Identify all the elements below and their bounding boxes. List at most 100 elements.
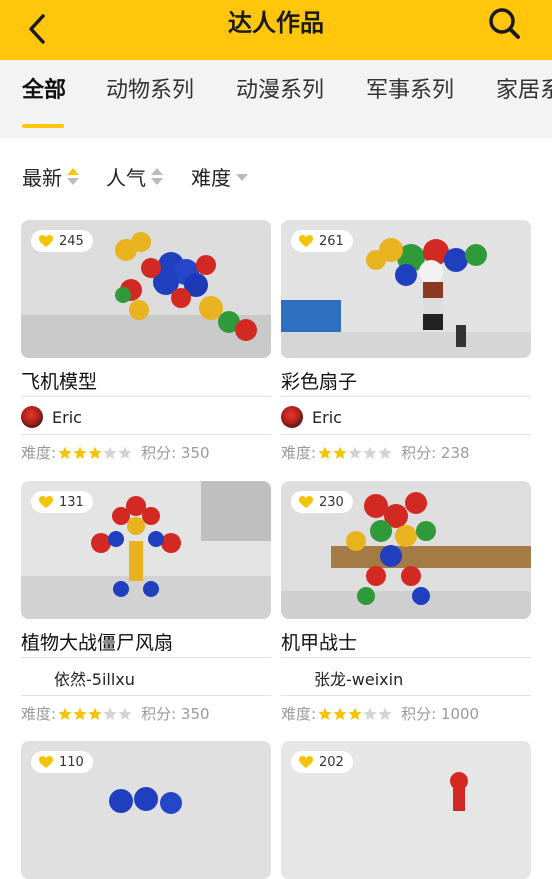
star-empty-icon	[118, 446, 132, 459]
points-value: 350	[180, 443, 210, 462]
likes-badge: 245	[31, 230, 93, 252]
tab-anime[interactable]: 动漫系列	[236, 60, 324, 138]
likes-badge: 230	[291, 491, 353, 513]
work-card[interactable]: 202	[281, 741, 531, 879]
work-photo: 131	[21, 481, 271, 619]
likes-badge: 131	[31, 491, 93, 513]
author-name: Eric	[52, 407, 82, 427]
work-card[interactable]: 245 飞机模型 Eric 难度: 积分: 350	[21, 220, 271, 462]
page-title: 达人作品	[228, 9, 324, 37]
work-title: 彩色扇子	[281, 371, 358, 393]
work-photo: 245	[21, 220, 271, 358]
work-photo: 230	[281, 481, 531, 619]
star-empty-icon	[348, 446, 362, 459]
divider	[21, 434, 271, 435]
likes-count: 230	[319, 494, 344, 510]
difficulty-label: 难度:	[21, 444, 57, 462]
work-photo: 202	[281, 741, 531, 879]
heart-icon	[299, 234, 313, 247]
points-label: 积分:	[401, 705, 437, 723]
points-value: 238	[440, 443, 470, 462]
divider	[21, 657, 271, 658]
heart-icon	[39, 755, 53, 768]
sort-popularity[interactable]: 人气	[106, 162, 163, 191]
tab-home[interactable]: 家居系	[496, 60, 552, 138]
work-card[interactable]: 110	[21, 741, 271, 879]
sort-toggle-icon	[67, 166, 79, 188]
back-button[interactable]	[22, 12, 56, 46]
active-tab-indicator	[22, 124, 64, 128]
star-empty-icon	[363, 446, 377, 459]
work-meta: 难度: 积分: 238	[281, 442, 470, 463]
star-filled-icon	[348, 707, 362, 720]
likes-count: 202	[319, 754, 344, 770]
star-empty-icon	[378, 446, 392, 459]
points-value: 350	[180, 704, 210, 723]
likes-badge: 202	[291, 751, 353, 773]
difficulty-label: 难度:	[281, 444, 317, 462]
star-empty-icon	[103, 707, 117, 720]
work-meta: 难度: 积分: 1000	[281, 703, 479, 724]
star-filled-icon	[88, 446, 102, 459]
author-name: Eric	[312, 407, 342, 427]
top-bar: 达人作品	[0, 0, 552, 60]
search-icon	[489, 8, 520, 39]
tab-animals[interactable]: 动物系列	[106, 60, 194, 138]
heart-icon	[299, 495, 313, 508]
author-row[interactable]: Eric	[21, 404, 82, 430]
heart-icon	[39, 495, 53, 508]
work-title: 机甲战士	[281, 632, 358, 654]
star-empty-icon	[103, 446, 117, 459]
points-label: 积分:	[401, 444, 437, 462]
points-value: 1000	[440, 704, 480, 723]
work-title: 植物大战僵尸风扇	[21, 632, 174, 654]
sort-newest-label: 最新	[22, 166, 62, 190]
divider	[281, 657, 531, 658]
divider	[281, 396, 531, 397]
work-photo: 261	[281, 220, 531, 358]
points-label: 积分:	[141, 705, 177, 723]
work-card[interactable]: 230 机甲战士 张龙-weixin 难度: 积分: 1000	[281, 481, 531, 723]
sort-bar: 最新 人气 难度	[0, 138, 552, 218]
avatar	[281, 667, 303, 689]
likes-count: 131	[59, 494, 84, 510]
star-filled-icon	[318, 707, 332, 720]
work-meta: 难度: 积分: 350	[21, 703, 210, 724]
likes-count: 245	[59, 233, 84, 249]
work-card[interactable]: 261 彩色扇子 Eric 难度: 积分: 238	[281, 220, 531, 462]
star-filled-icon	[333, 707, 347, 720]
category-tabs: 全部 动物系列 动漫系列 军事系列 家居系	[0, 60, 552, 138]
search-button[interactable]	[485, 4, 525, 44]
work-meta: 难度: 积分: 350	[21, 442, 210, 463]
tab-military[interactable]: 军事系列	[366, 60, 454, 138]
heart-icon	[299, 755, 313, 768]
back-arrow-icon	[29, 14, 45, 44]
likes-badge: 110	[31, 751, 93, 773]
star-empty-icon	[378, 707, 392, 720]
work-title: 飞机模型	[21, 371, 98, 393]
star-filled-icon	[88, 707, 102, 720]
sort-difficulty[interactable]: 难度	[191, 162, 248, 191]
likes-badge: 261	[291, 230, 353, 252]
sort-popularity-label: 人气	[106, 166, 146, 190]
difficulty-label: 难度:	[21, 705, 57, 723]
likes-count: 261	[319, 233, 344, 249]
difficulty-stars	[58, 446, 133, 460]
points-label: 积分:	[141, 444, 177, 462]
sort-difficulty-label: 难度	[191, 166, 231, 190]
author-row[interactable]: 依然-5illxu	[21, 665, 135, 691]
star-filled-icon	[73, 707, 87, 720]
author-row[interactable]: Eric	[281, 404, 342, 430]
sort-newest[interactable]: 最新	[22, 162, 79, 191]
heart-icon	[39, 234, 53, 247]
star-filled-icon	[333, 446, 347, 459]
star-empty-icon	[363, 707, 377, 720]
star-filled-icon	[73, 446, 87, 459]
star-filled-icon	[58, 446, 72, 459]
likes-count: 110	[59, 754, 84, 770]
divider	[281, 695, 531, 696]
divider	[21, 396, 271, 397]
difficulty-stars	[318, 446, 393, 460]
work-card[interactable]: 131 植物大战僵尸风扇 依然-5illxu 难度: 积分: 350	[21, 481, 271, 723]
author-row[interactable]: 张龙-weixin	[281, 665, 403, 691]
